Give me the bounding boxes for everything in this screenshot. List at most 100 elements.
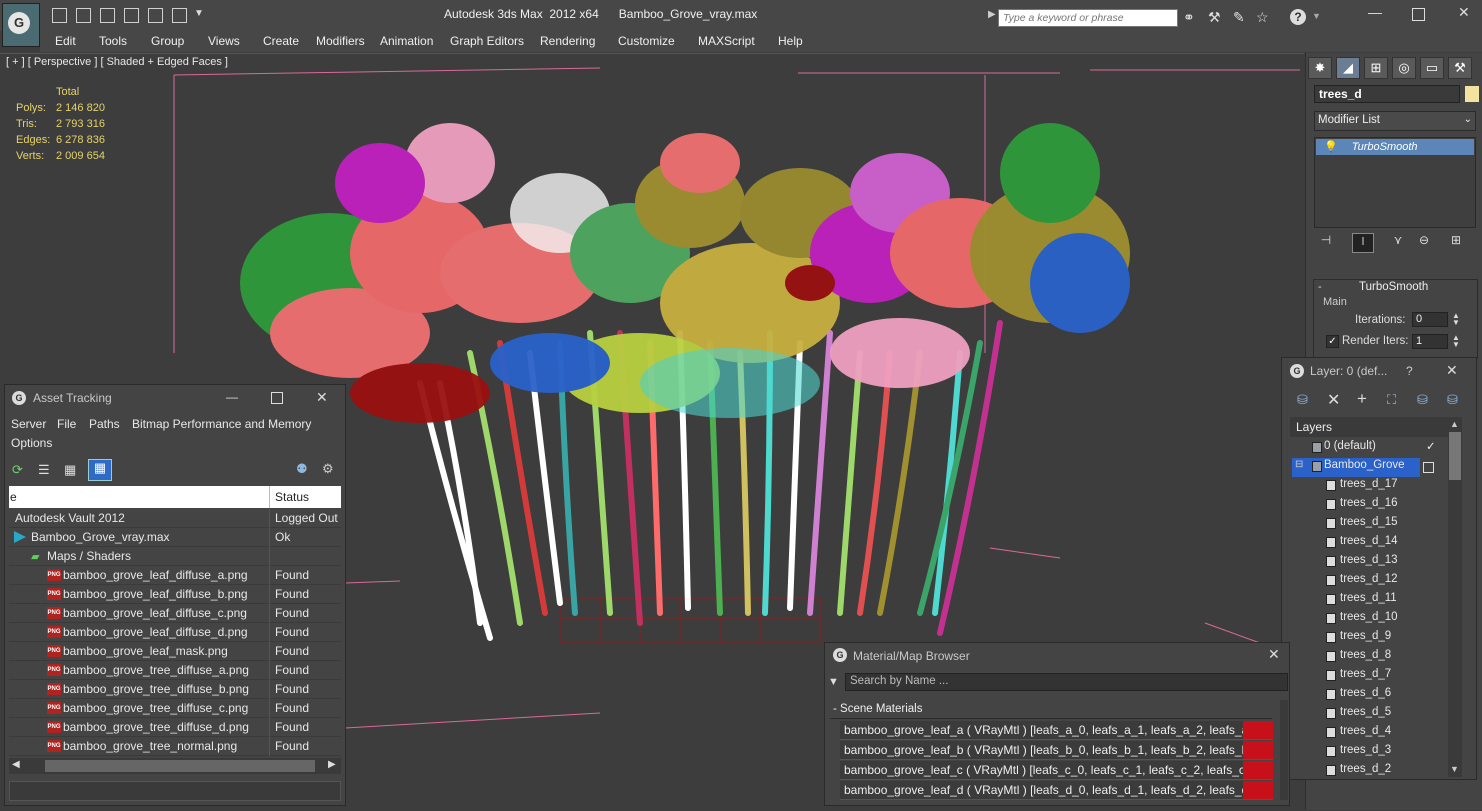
binoculars-icon[interactable]: ⚭ <box>1183 9 1195 26</box>
rollout-collapse-icon[interactable]: - <box>1318 281 1322 293</box>
layer-default-row[interactable]: 0 (default) ✓ <box>1292 439 1438 458</box>
at-table-row[interactable]: PNG bamboo_grove_tree_diffuse_d.png Found <box>9 718 341 737</box>
remove-modifier-icon[interactable]: ⊖ <box>1414 233 1434 251</box>
thumbnail-view-icon[interactable]: ▦ <box>64 462 76 478</box>
new-scene-icon[interactable] <box>52 8 67 23</box>
at-column-status[interactable]: Status <box>275 490 309 504</box>
menu-modifiers[interactable]: Modifiers <box>316 34 365 48</box>
highlight-layer-icon[interactable]: ⛁ <box>1417 392 1428 408</box>
collapse-minus-icon[interactable]: ⊟ <box>1295 459 1303 470</box>
at-table-row[interactable]: PNG bamboo_grove_leaf_diffuse_b.png Found <box>9 585 341 604</box>
at-column-divider[interactable] <box>269 486 270 508</box>
iterations-spinner-arrows-icon[interactable]: ▲ ▼ <box>1452 312 1460 327</box>
lightbulb-icon[interactable]: 💡 <box>1324 141 1338 153</box>
table-view-icon[interactable]: ▦ <box>88 459 112 481</box>
help-icon[interactable]: ? <box>1290 9 1306 25</box>
hierarchy-tab-icon[interactable]: ⊞ <box>1364 57 1388 79</box>
at-table-row[interactable]: PNG bamboo_grove_tree_normal.png Found <box>9 737 341 756</box>
menu-edit[interactable]: Edit <box>55 34 76 48</box>
close-icon[interactable]: ✕ <box>1458 4 1470 21</box>
render-iters-checkbox[interactable]: ✓ <box>1326 335 1339 348</box>
at-table-row[interactable]: PNG bamboo_grove_leaf_diffuse_a.png Found <box>9 566 341 585</box>
info-center-arrow-icon[interactable]: ▶ <box>988 9 996 20</box>
at-scroll-thumb[interactable] <box>45 760 315 772</box>
help-dropdown-icon[interactable]: ▼ <box>1312 11 1321 21</box>
at-table-row[interactable]: Autodesk Vault 2012 Logged Out <box>9 509 341 528</box>
layers-column-label[interactable]: Layers <box>1296 420 1332 434</box>
scroll-right-icon[interactable]: ▶ <box>328 759 336 770</box>
vault-settings-icon[interactable]: ⚙ <box>322 461 334 477</box>
layer-scroll-thumb[interactable] <box>1449 432 1461 480</box>
at-column-name[interactable]: e <box>10 490 17 504</box>
at-table-row[interactable]: ▰ Maps / Shaders <box>9 547 341 566</box>
motion-tab-icon[interactable]: ◎ <box>1392 57 1416 79</box>
at-maximize-icon[interactable] <box>271 392 283 404</box>
display-tab-icon[interactable]: ▭ <box>1420 57 1444 79</box>
subscription-icon[interactable]: ⚒ <box>1208 9 1221 26</box>
create-layer-icon[interactable]: ⛁ <box>1297 392 1308 408</box>
at-table-row[interactable]: PNG bamboo_grove_tree_diffuse_c.png Found <box>9 699 341 718</box>
redo-icon[interactable] <box>148 8 163 23</box>
layer-object-row[interactable]: trees_d_5 <box>1292 705 1438 724</box>
menu-create[interactable]: Create <box>263 34 299 48</box>
object-name-field[interactable]: trees_d <box>1314 85 1460 103</box>
favorites-star-icon[interactable]: ☆ <box>1256 9 1269 26</box>
layer-object-row[interactable]: trees_d_8 <box>1292 648 1438 667</box>
menu-help[interactable]: Help <box>778 34 803 48</box>
at-menu-server[interactable]: Server <box>11 417 46 431</box>
layer-bamboo-grove-row[interactable]: ⊟ Bamboo_Grove <box>1292 458 1420 477</box>
at-menu-bitmap-performance[interactable]: Bitmap Performance and Memory <box>132 417 311 431</box>
layer-object-row[interactable]: trees_d_2 <box>1292 762 1438 781</box>
menu-rendering[interactable]: Rendering <box>540 34 595 48</box>
delete-layer-icon[interactable]: ✕ <box>1327 390 1340 410</box>
select-layer-objects-icon[interactable]: ⛶ <box>1387 392 1396 408</box>
modifier-list-dropdown[interactable]: Modifier List ⌄ <box>1314 111 1476 131</box>
create-tab-icon[interactable]: ✸ <box>1308 57 1332 79</box>
application-button[interactable]: G <box>2 3 40 47</box>
mb-options-dropdown-icon[interactable]: ▼ <box>828 676 839 688</box>
layer-object-row[interactable]: trees_d_6 <box>1292 686 1438 705</box>
layer-object-row[interactable]: trees_d_17 <box>1292 477 1438 496</box>
maximize-icon[interactable] <box>1412 8 1425 21</box>
hide-all-layers-icon[interactable]: ⛁ <box>1447 392 1458 408</box>
render-iters-spinner-arrows-icon[interactable]: ▲ ▼ <box>1452 334 1460 349</box>
refresh-icon[interactable]: ⟳ <box>12 462 23 478</box>
minimize-icon[interactable]: — <box>1368 4 1382 20</box>
at-menu-options[interactable]: Options <box>11 436 52 450</box>
layer-scroll-up-icon[interactable]: ▲ <box>1450 419 1459 429</box>
menu-group[interactable]: Group <box>151 34 184 48</box>
layer-object-row[interactable]: trees_d_4 <box>1292 724 1438 743</box>
communication-icon[interactable]: ✎ <box>1233 9 1245 26</box>
make-unique-icon[interactable]: ⋎ <box>1388 233 1408 251</box>
layer-object-row[interactable]: trees_d_14 <box>1292 534 1438 553</box>
at-table-row[interactable]: PNG bamboo_grove_leaf_diffuse_c.png Found <box>9 604 341 623</box>
mb-search-input[interactable]: Search by Name ... <box>845 673 1288 691</box>
iterations-spinner[interactable]: 0 <box>1412 312 1448 327</box>
layer-object-row[interactable]: trees_d_12 <box>1292 572 1438 591</box>
at-table-row[interactable]: PNG bamboo_grove_leaf_mask.png Found <box>9 642 341 661</box>
material-row[interactable]: bamboo_grove_leaf_b ( VRayMtl ) [leafs_b… <box>840 741 1273 760</box>
layer-visibility-box[interactable] <box>1423 462 1434 473</box>
pin-stack-icon[interactable]: ⊣ <box>1316 233 1336 251</box>
material-row[interactable]: bamboo_grove_leaf_a ( VRayMtl ) [leafs_a… <box>840 721 1273 740</box>
scroll-left-icon[interactable]: ◀ <box>12 759 20 770</box>
at-table-row[interactable]: PNG bamboo_grove_tree_diffuse_b.png Found <box>9 680 341 699</box>
at-menu-file[interactable]: File <box>57 417 76 431</box>
menu-animation[interactable]: Animation <box>380 34 433 48</box>
configure-sets-icon[interactable]: ⊞ <box>1446 233 1466 251</box>
rollout-title[interactable]: TurboSmooth <box>1359 281 1428 293</box>
save-file-icon[interactable] <box>100 8 115 23</box>
material-row[interactable]: bamboo_grove_leaf_c ( VRayMtl ) [leafs_c… <box>840 761 1273 780</box>
layer-help-icon[interactable]: ? <box>1406 364 1413 378</box>
object-color-swatch[interactable] <box>1465 86 1479 102</box>
stack-item-turbosmooth[interactable]: 💡 TurboSmooth <box>1316 139 1474 155</box>
at-table-row[interactable]: Bamboo_Grove_vray.max Ok <box>9 528 341 547</box>
show-end-result-icon[interactable]: ⏽ <box>1352 233 1374 253</box>
render-iters-spinner[interactable]: 1 <box>1412 334 1448 349</box>
material-row[interactable]: bamboo_grove_leaf_d ( VRayMtl ) [leafs_d… <box>840 781 1273 800</box>
layer-object-row[interactable]: trees_d_9 <box>1292 629 1438 648</box>
menu-tools[interactable]: Tools <box>99 34 127 48</box>
at-table-row[interactable]: PNG bamboo_grove_tree_diffuse_a.png Found <box>9 661 341 680</box>
layer-object-row[interactable]: trees_d_11 <box>1292 591 1438 610</box>
layer-scroll-down-icon[interactable]: ▼ <box>1450 764 1459 774</box>
